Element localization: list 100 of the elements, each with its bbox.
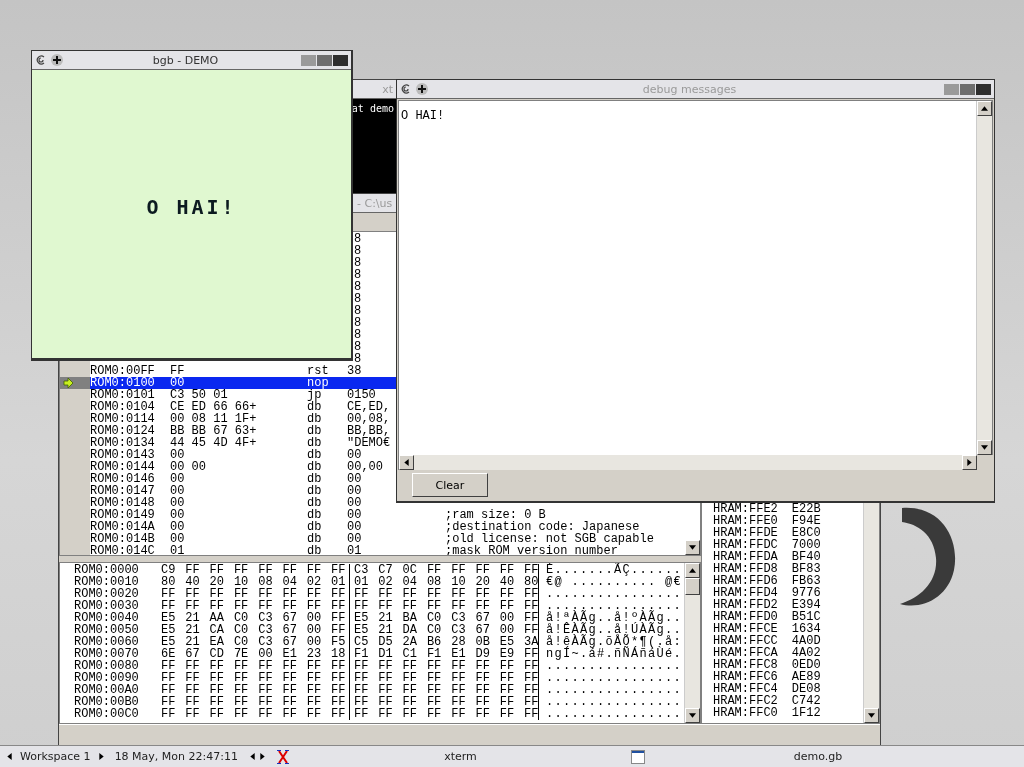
address-text: HRAM:FFC2 [713,695,778,707]
scrollbar[interactable] [684,563,700,723]
caret-up-icon [689,568,696,573]
mnemonic-text: db [307,461,323,473]
bytes-text: 00 [170,521,186,533]
close-button[interactable] [333,54,348,66]
mnemonic-text: jp [307,389,322,401]
operand-text: 8 [354,353,363,365]
hex-bytes: E5 21 EA C0 C3 67 00 F5 [161,636,347,648]
hex-bytes: FF FF FF FF FF FF FF FF [161,684,347,696]
window-title: - C:\us [357,196,393,210]
taskbar-task[interactable]: demo.gb [630,746,991,767]
caret-left-icon [250,753,256,760]
hex-bytes: FF FF FF FF FF FF FF FF [349,684,539,696]
address-text: ROM0:014C [90,545,156,555]
mnemonic-text: db [307,521,323,533]
scrollbar-thumb[interactable] [685,578,700,595]
caret-down-icon [981,445,988,450]
value-text: C742 [791,695,821,707]
bytes-text: 00 08 11 1F+ [170,413,258,425]
ascii-text: ................ [545,696,683,708]
mnemonic-text: db [307,545,323,555]
scroll-up-button[interactable] [685,563,700,578]
operand-text: 00 [347,484,362,498]
swirl-icon[interactable] [35,54,47,66]
hex-bytes: FF FF FF FF FF FF FF FF [349,600,539,612]
hex-bytes: E5 21 DA C0 C3 67 00 FF [349,624,539,636]
address-text: HRAM:FFDE [713,527,778,539]
bytes-text: 00 [170,485,186,497]
ascii-text: ................ [545,588,683,600]
scroll-down-button[interactable] [685,540,700,555]
scroll-up-button[interactable] [977,101,992,116]
scroll-down-button[interactable] [977,440,992,455]
bytes-text: FF [170,365,186,377]
mnemonic-text: db [307,533,323,545]
scrollbar[interactable] [863,500,879,723]
scrollbar[interactable] [976,101,992,455]
address-text: ROM0:0010 [74,576,140,588]
clear-button[interactable]: Clear [412,473,488,497]
scrollbar[interactable] [398,455,977,470]
value-text: E8C0 [791,527,821,539]
value-text: 4A0D [791,635,821,647]
window-title: debug messages [641,82,738,96]
value-text: FB63 [791,575,821,587]
address-text: ROM0:0146 [90,473,156,485]
window-title: xt [382,82,393,96]
caret-down-icon [868,713,875,718]
address-text: HRAM:FFD8 [713,563,778,575]
address-text: ROM0:0101 [90,389,156,401]
address-text: ROM0:0070 [74,648,140,660]
swirl-icon[interactable] [400,83,412,95]
scroll-left-button[interactable] [399,455,414,470]
game-text: O HAI! [146,197,237,217]
address-text: ROM0:0114 [90,413,156,425]
scroll-down-button[interactable] [864,708,879,723]
caret-left-icon [404,459,409,466]
scroll-down-button[interactable] [685,708,700,723]
maximize-button[interactable] [317,54,332,66]
scroll-right-button[interactable] [962,455,977,470]
address-text: ROM0:0020 [74,588,140,600]
bytes-text: CE ED 66 66+ [170,401,258,413]
address-text: HRAM:FFDA [713,551,778,563]
cross-arrows-icon[interactable] [51,54,63,66]
maximize-button[interactable] [960,83,975,95]
bytes-text: 00 [170,473,186,485]
caret-up-icon [981,106,988,111]
mnemonic-text: db [307,401,323,413]
bytes-text: 01 [170,545,186,555]
hex-bytes: FF FF FF FF FF FF FF FF [349,588,539,600]
selected-row[interactable]: ROM0:0100 00 nop [60,377,396,389]
clock-text: 18 May, Mon 22:47:11 [113,750,239,763]
address-text: ROM0:0000 [74,564,140,576]
address-text: HRAM:FFCC [713,635,778,647]
caret-down-icon [689,545,696,550]
address-text: ROM0:0080 [74,660,140,672]
address-text: HRAM:FFC6 [713,671,778,683]
close-button[interactable] [976,83,991,95]
ascii-text: ................ [545,672,683,684]
address-text: ROM0:0060 [74,636,140,648]
ascii-text: å!êÀÃg.õÅÕ*¶(.å: [545,636,683,648]
address-text: ROM0:0143 [90,449,156,461]
ascii-text: €@ .......... @€ [545,576,683,588]
hex-bytes: FF FF FF FF FF FF FF FF [161,708,347,720]
message-log[interactable]: O HAI! [399,101,976,455]
caret-down-icon [689,713,696,718]
bytes-text: 00 [170,377,186,389]
comment-text: ;destination code: Japanese [445,521,640,533]
operand-text: 00 [347,532,362,546]
address-text: ROM0:00B0 [74,696,140,708]
hex-bytes: C9 FF FF FF FF FF FF FF [161,564,347,576]
hex-bytes: C5 D5 2A B6 28 0B E5 3A [349,636,539,648]
address-text: ROM0:0030 [74,600,140,612]
cross-arrows-icon[interactable] [416,83,428,95]
hex-bytes: 80 40 20 10 08 04 02 01 [161,576,347,588]
taskbar-task[interactable]: xterm [275,746,631,767]
operand-text: 8 [353,305,363,317]
operand-text: 8 [353,293,363,305]
operand-text: 38 [347,364,362,378]
hex-bytes: FF FF FF FF FF FF FF FF [349,696,539,708]
caret-right-icon [260,753,266,760]
